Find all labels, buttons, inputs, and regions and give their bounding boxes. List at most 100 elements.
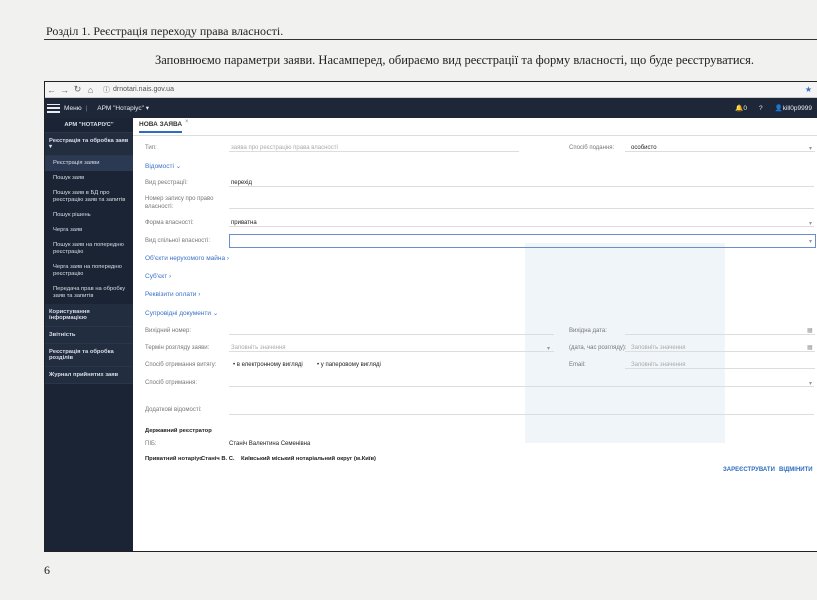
sidebar-item-search-db[interactable]: Пошук заяв в БД про реєстрацію заяв та з… xyxy=(45,186,133,208)
receiving-method-select[interactable] xyxy=(229,375,814,387)
submission-label: Спосіб подання: xyxy=(569,145,615,151)
registration-kind-label: Вид реєстрації: xyxy=(145,180,188,186)
pib-value: Станіч Валентина Семенівна xyxy=(229,441,311,447)
receiving-method-label: Спосіб отримання: xyxy=(145,380,198,386)
ownership-form-value: приватна xyxy=(231,220,257,226)
outgoing-number-label: Вихідний номер: xyxy=(145,328,191,334)
main-panel: НОВА ЗАЯВА × Тип: заява про реєстрацію п… xyxy=(133,118,817,551)
page-number: 6 xyxy=(44,563,50,577)
radio-icon: • xyxy=(317,362,320,368)
objects-section-label: Об'єкти нерухомого майна xyxy=(145,255,226,262)
outgoing-number-input[interactable] xyxy=(229,323,554,335)
registration-kind-select[interactable] xyxy=(229,175,814,187)
chevron-down-icon: ⌄ xyxy=(212,310,219,317)
review-date-placeholder: Заповніть значення xyxy=(631,345,686,351)
submission-value: особисто xyxy=(631,145,657,151)
header-rule xyxy=(44,39,817,40)
cancel-button[interactable]: ВІДМІНИТИ xyxy=(779,467,813,473)
joint-ownership-label: Вид спільної власності: xyxy=(145,238,211,244)
user-icon: 👤 xyxy=(774,105,783,112)
user-menu[interactable]: 👤kill0p9999 xyxy=(775,104,812,112)
sidebar-section-partitions[interactable]: Реєстрація та обробка розділів xyxy=(45,344,133,367)
reload-icon[interactable]: ↻ xyxy=(71,84,84,95)
registration-kind-value: перехід xyxy=(231,180,252,186)
sidebar-section-info[interactable]: Користування інформацією xyxy=(45,304,133,327)
back-icon[interactable]: ← xyxy=(45,85,58,95)
sidebar-section-reports[interactable]: Звітність xyxy=(45,327,133,344)
sidebar-item-register[interactable]: Реєстрація заяви xyxy=(45,156,133,171)
sidebar-section-label: Реєстрація та обробка заяв xyxy=(49,138,129,144)
review-term-label: Термін розгляду заяви: xyxy=(145,345,210,351)
browser-bar: ← → ↻ ⌂ ⓘ drnotari.nais.gov.ua ★ xyxy=(45,82,817,98)
review-date-label: (дата, час розгляду): xyxy=(569,345,627,351)
receipt-option-paper[interactable]: • у паперовому вигляді xyxy=(317,362,381,368)
chevron-right-icon: › xyxy=(226,255,230,262)
home-icon[interactable]: ⌂ xyxy=(84,85,97,95)
receipt-option-electronic[interactable]: • в електронному вигляді xyxy=(233,362,303,368)
sidebar-item-transfer-rights[interactable]: Передача прав на обробку заяв та запитів xyxy=(45,282,133,304)
joint-ownership-select[interactable] xyxy=(229,234,816,248)
menu-label[interactable]: Меню xyxy=(64,105,82,112)
info-icon: ⓘ xyxy=(103,86,110,94)
ownership-form-label: Форма власності: xyxy=(145,220,194,226)
record-number-input[interactable] xyxy=(229,197,814,209)
additional-info-label: Додаткові відомості: xyxy=(145,407,202,413)
sidebar-section-registration[interactable]: Реєстрація та обробка заяв ▾ xyxy=(45,133,133,156)
calendar-icon[interactable]: ▦ xyxy=(807,327,813,334)
app-screenshot: ← → ↻ ⌂ ⓘ drnotari.nais.gov.ua ★ Меню | … xyxy=(44,81,817,552)
hamburger-menu-icon[interactable] xyxy=(47,103,60,113)
chevron-down-icon[interactable]: ▾ xyxy=(144,104,149,112)
sidebar-item-search[interactable]: Пошук заяв xyxy=(45,171,133,186)
address-bar[interactable]: ⓘ drnotari.nais.gov.ua xyxy=(103,85,174,95)
additional-info-input[interactable] xyxy=(229,400,814,415)
user-name: kill0p9999 xyxy=(782,105,812,112)
notary-district: Київський міський нотаріальний округ (м.… xyxy=(241,456,376,462)
email-placeholder: Заповніть значення xyxy=(631,362,686,368)
sidebar-item-decisions[interactable]: Пошук рішень xyxy=(45,208,133,223)
info-section-label: Відомості xyxy=(145,163,174,170)
tab-strip: НОВА ЗАЯВА × xyxy=(133,118,817,136)
close-icon[interactable]: × xyxy=(185,119,189,125)
sidebar-item-search-prelim[interactable]: Пошук заяв на попередню реєстрацію xyxy=(45,238,133,260)
chevron-down-icon: ▾ xyxy=(809,239,813,245)
tab-new-application[interactable]: НОВА ЗАЯВА xyxy=(139,121,183,133)
calendar-icon[interactable]: ▦ xyxy=(807,344,813,351)
chevron-down-icon: ▾ xyxy=(809,221,813,227)
registrar-section: Державний реєстратор xyxy=(145,428,212,434)
notary-label: Приватний нотаріус xyxy=(145,456,203,462)
register-button[interactable]: ЗАРЕЄСТРУВАТИ xyxy=(723,467,775,473)
arm-selector[interactable]: АРМ "Нотаріус" xyxy=(97,105,144,112)
sidebar-item-queue[interactable]: Черга заяв xyxy=(45,223,133,238)
url-text: drnotari.nais.gov.ua xyxy=(113,86,174,93)
documents-section-label: Супровідні документи xyxy=(145,310,212,317)
info-section-toggle[interactable]: Відомості ⌄ xyxy=(145,162,181,170)
documents-section-toggle[interactable]: Супровідні документи ⌄ xyxy=(145,309,218,317)
help-icon[interactable]: ? xyxy=(759,105,763,112)
outgoing-date-label: Вихідна дата: xyxy=(569,328,607,334)
chevron-down-icon: ▾ xyxy=(49,144,52,150)
sidebar-section-journal[interactable]: Журнал прийнятих заяв xyxy=(45,367,133,384)
bookmark-star-icon[interactable]: ★ xyxy=(805,85,812,94)
outgoing-date-input[interactable] xyxy=(625,323,815,335)
sidebar-title: АРМ "НОТАРІУС" xyxy=(45,118,133,133)
chevron-down-icon: ▾ xyxy=(547,346,551,352)
forward-icon[interactable]: → xyxy=(58,85,71,95)
ownership-form-select[interactable] xyxy=(229,215,814,227)
notary-name: Станіч В. С. xyxy=(201,456,235,462)
separator: | xyxy=(85,104,88,112)
record-number-label: Номер запису про право власності: xyxy=(145,196,214,210)
objects-section-toggle[interactable]: Об'єкти нерухомого майна › xyxy=(145,255,229,262)
notifications[interactable]: 🔔0 xyxy=(735,104,747,112)
chevron-right-icon: › xyxy=(169,273,172,280)
document-intro: Заповнюємо параметри заяви. Насамперед, … xyxy=(155,53,754,67)
sidebar-item-queue-prelim[interactable]: Черга заяв на попередню реєстрацію xyxy=(45,260,133,282)
payment-section-label: Реквізити оплати xyxy=(145,291,197,298)
subject-section-label: Суб'єкт xyxy=(145,273,168,280)
payment-section-toggle[interactable]: Реквізити оплати › xyxy=(145,291,200,298)
review-term-placeholder: Заповніть значення xyxy=(231,345,286,351)
receipt-option-electronic-label: в електронному вигляді xyxy=(236,362,303,368)
receipt-method-label: Спосіб отримання витягу: xyxy=(145,362,217,368)
sidebar: АРМ "НОТАРІУС" Реєстрація та обробка зая… xyxy=(45,118,133,551)
subject-section-toggle[interactable]: Суб'єкт › xyxy=(145,273,171,280)
chevron-down-icon: ▾ xyxy=(809,381,813,387)
